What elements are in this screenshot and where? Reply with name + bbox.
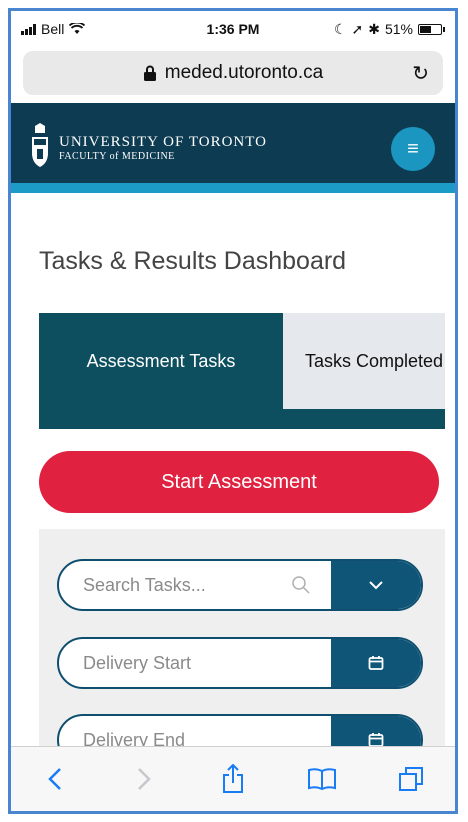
- lock-icon: [143, 65, 156, 81]
- signal-icon: [21, 23, 36, 35]
- address-bar[interactable]: meded.utoronto.ca ↻: [23, 51, 443, 95]
- back-icon: [48, 768, 62, 790]
- delivery-start-calendar-button[interactable]: [331, 639, 421, 687]
- wifi-icon: [69, 23, 86, 34]
- tab-assessment-tasks[interactable]: Assessment Tasks: [39, 313, 283, 409]
- delivery-start-input[interactable]: [59, 639, 329, 687]
- tabs-button[interactable]: [391, 759, 431, 799]
- org-name: UNIVERSITY OF TORONTO: [59, 134, 267, 150]
- browser-toolbar: [11, 746, 455, 811]
- start-assessment-button[interactable]: Start Assessment: [39, 451, 439, 513]
- search-input[interactable]: [59, 561, 329, 609]
- status-time: 1:36 PM: [206, 21, 260, 37]
- menu-icon: ≡: [407, 137, 419, 160]
- battery-icon: [418, 23, 442, 35]
- phone-frame: Bell 1:36 PM ☾ ➚ ✱ 51% meded.utoronto.ca…: [8, 8, 458, 814]
- url-text: meded.utoronto.ca: [164, 62, 324, 83]
- site-header: UNIVERSITY OF TORONTO FACULTY of MEDICIN…: [11, 103, 455, 193]
- menu-button[interactable]: ≡: [391, 127, 435, 171]
- tab-tasks-completed[interactable]: Tasks Completed: [283, 313, 445, 409]
- calendar-icon: [368, 656, 384, 670]
- bluetooth-icon: ✱: [368, 20, 380, 37]
- org-subtitle: FACULTY of MEDICINE: [59, 151, 175, 162]
- back-button[interactable]: [35, 759, 75, 799]
- forward-button[interactable]: [124, 759, 164, 799]
- tabs-icon: [398, 767, 423, 791]
- search-icon: [292, 576, 310, 594]
- moon-icon: ☾: [333, 20, 347, 37]
- tab-label: Assessment Tasks: [86, 350, 236, 371]
- tab-label: Tasks Completed: [305, 350, 444, 371]
- share-button[interactable]: [213, 759, 253, 799]
- site-logo[interactable]: UNIVERSITY OF TORONTO FACULTY of MEDICIN…: [29, 123, 267, 173]
- bookmarks-button[interactable]: [302, 759, 342, 799]
- share-icon: [222, 764, 243, 793]
- chevron-down-icon: [369, 581, 383, 590]
- dashboard-tabs: Assessment Tasks Tasks Completed: [39, 313, 445, 429]
- search-field: [57, 559, 423, 611]
- delivery-start-field: [57, 637, 423, 689]
- forward-icon: [138, 768, 151, 790]
- bookmarks-icon: [307, 768, 336, 791]
- search-dropdown-button[interactable]: [331, 561, 421, 609]
- page-title: Tasks & Results Dashboard: [39, 247, 347, 275]
- battery-label: 51%: [384, 21, 413, 37]
- crest-icon: [32, 123, 48, 167]
- carrier-label: Bell: [41, 21, 65, 37]
- location-icon: ➚: [351, 20, 364, 37]
- status-bar: Bell 1:36 PM ☾ ➚ ✱ 51%: [11, 11, 455, 47]
- reload-icon[interactable]: ↻: [412, 61, 429, 86]
